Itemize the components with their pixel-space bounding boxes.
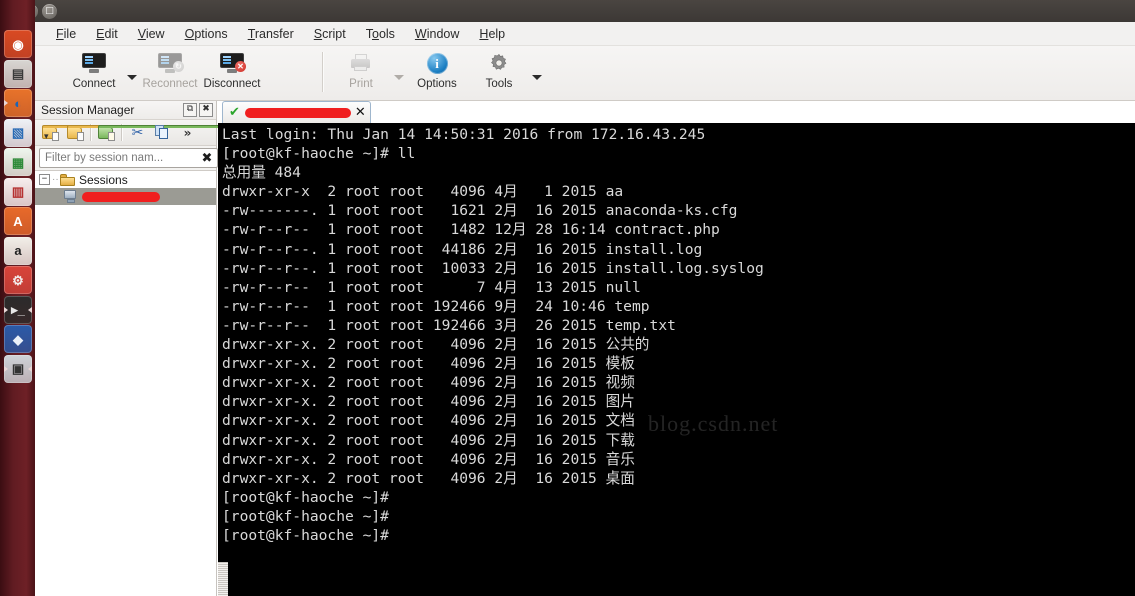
- panel-close-button[interactable]: ✖: [199, 103, 213, 117]
- menu-item-script[interactable]: Script: [305, 25, 355, 43]
- monitor-icon: [82, 50, 106, 76]
- terminal-text: Last login: Thu Jan 14 14:50:31 2016 fro…: [222, 125, 764, 545]
- tree-node-session-item[interactable]: [35, 188, 216, 205]
- securecrt-icon[interactable]: ▣: [4, 355, 32, 383]
- session-filter-input[interactable]: [45, 152, 199, 164]
- options-button[interactable]: i Options: [406, 46, 468, 98]
- chevron-down-icon: [394, 75, 404, 80]
- session-tree[interactable]: − ·· Sessions: [35, 170, 216, 596]
- session-manager-header: Session Manager ⧉ ✖: [35, 100, 216, 120]
- chevron-down-icon: [532, 75, 542, 80]
- unity-launcher: ◉▤◐▧▦▥Aa⚙▸_◆▣: [0, 0, 35, 596]
- new-folder-icon[interactable]: [63, 122, 88, 144]
- print-button[interactable]: Print: [330, 46, 392, 98]
- window-titlebar: × – □: [0, 0, 1135, 22]
- menu-item-file[interactable]: File: [47, 25, 85, 43]
- close-icon: ✖: [202, 105, 210, 114]
- libreoffice-writer-icon[interactable]: ▧: [4, 119, 32, 147]
- tab-name-redacted: [245, 108, 351, 118]
- monitor-disconnect-icon: ✕: [220, 50, 244, 76]
- printer-icon: [349, 50, 373, 76]
- launcher-running-indicator: [4, 307, 8, 313]
- reconnect-button[interactable]: ↻ Reconnect: [139, 46, 201, 98]
- menu-item-edit[interactable]: Edit: [87, 25, 127, 43]
- session-filter-box[interactable]: ✖: [39, 148, 218, 168]
- overflow-glyph: »: [184, 127, 192, 139]
- tree-line: [55, 192, 63, 202]
- launcher-focus-indicator: [28, 307, 32, 313]
- menu-item-transfer[interactable]: Transfer: [239, 25, 303, 43]
- session-icon: [63, 190, 78, 203]
- folder-icon: [60, 174, 75, 186]
- info-icon: i: [427, 50, 448, 76]
- disconnect-button[interactable]: ✕ Disconnect: [201, 46, 263, 98]
- securecrt-window: × – □ ◉▤◐▧▦▥Aa⚙▸_◆▣ FileEditViewOptionsT…: [0, 0, 1135, 596]
- session-tabstrip: ✔ ✕: [218, 100, 1135, 124]
- menu-item-window[interactable]: Window: [406, 25, 468, 43]
- tab-close-icon[interactable]: ✕: [355, 106, 366, 119]
- launcher-focus-indicator: [28, 366, 32, 372]
- gear-icon: [488, 50, 510, 76]
- menu-item-help[interactable]: Help: [470, 25, 514, 43]
- options-label: Options: [417, 78, 457, 90]
- session-manager-title: Session Manager: [41, 103, 181, 117]
- session-manager-toolbar: ▾ ✂ »: [35, 120, 216, 146]
- software-center-icon[interactable]: A: [4, 207, 32, 235]
- tree-node-sessions[interactable]: − ·· Sessions: [35, 171, 216, 188]
- print-label: Print: [349, 78, 373, 90]
- import-session-icon[interactable]: [94, 122, 119, 144]
- toolbar-separator: [322, 52, 324, 92]
- wireshark-icon[interactable]: ◆: [4, 325, 32, 353]
- tools-dropdown-button[interactable]: [530, 46, 544, 98]
- toolbar: Connect ↻ Reconnect ✕ Disconnect: [35, 46, 1135, 101]
- session-name-redacted: [82, 192, 160, 202]
- launcher-running-indicator: [4, 100, 8, 106]
- reconnect-label: Reconnect: [143, 78, 198, 90]
- menu-item-view[interactable]: View: [129, 25, 174, 43]
- session-tab[interactable]: ✔ ✕: [222, 101, 371, 123]
- disconnect-label: Disconnect: [204, 78, 261, 90]
- files-manager-icon[interactable]: ▤: [4, 60, 32, 88]
- panel-float-button[interactable]: ⧉: [183, 103, 197, 117]
- libreoffice-impress-icon[interactable]: ▥: [4, 178, 32, 206]
- connect-button[interactable]: Connect: [63, 46, 125, 98]
- new-session-icon[interactable]: ▾: [38, 122, 63, 144]
- menu-item-tools[interactable]: Tools: [357, 25, 404, 43]
- window-maximize-button[interactable]: □: [42, 4, 57, 19]
- tools-label: Tools: [486, 78, 513, 90]
- window-maximize-glyph: □: [45, 7, 54, 16]
- monitor-reconnect-icon: ↻: [158, 50, 182, 76]
- menubar: FileEditViewOptionsTransferScriptToolsWi…: [35, 22, 1135, 46]
- amazon-icon[interactable]: a: [4, 237, 32, 265]
- menu-item-options[interactable]: Options: [176, 25, 237, 43]
- connect-label: Connect: [73, 78, 116, 90]
- system-settings-icon[interactable]: ⚙: [4, 266, 32, 294]
- ubuntu-dash-icon[interactable]: ◉: [4, 30, 32, 58]
- terminal-icon[interactable]: ▸_: [4, 296, 32, 324]
- launcher-running-indicator: [4, 366, 8, 372]
- resize-grip[interactable]: [218, 562, 228, 596]
- float-icon: ⧉: [187, 105, 193, 114]
- session-manager-panel: Session Manager ⧉ ✖ ▾ ✂ »: [35, 100, 217, 596]
- connect-dropdown-button[interactable]: [125, 46, 139, 98]
- tree-node-label: Sessions: [79, 173, 128, 187]
- tab-label: [245, 108, 351, 118]
- expander-icon[interactable]: −: [39, 174, 50, 185]
- session-filter-row: ✖: [35, 146, 216, 170]
- filter-clear-icon[interactable]: ✖: [199, 152, 215, 165]
- terminal-output[interactable]: Last login: Thu Jan 14 14:50:31 2016 fro…: [218, 123, 1135, 596]
- tab-connected-check-icon: ✔: [229, 106, 240, 119]
- tools-button[interactable]: Tools: [468, 46, 530, 98]
- terminal-area: ✔ ✕ Last login: Thu Jan 14 14:50:31 2016…: [218, 100, 1135, 596]
- libreoffice-calc-icon[interactable]: ▦: [4, 148, 32, 176]
- print-dropdown-button[interactable]: [392, 46, 406, 98]
- chevron-down-icon: [127, 75, 137, 80]
- firefox-icon[interactable]: ◐: [4, 89, 32, 117]
- tree-line: ··: [52, 175, 60, 185]
